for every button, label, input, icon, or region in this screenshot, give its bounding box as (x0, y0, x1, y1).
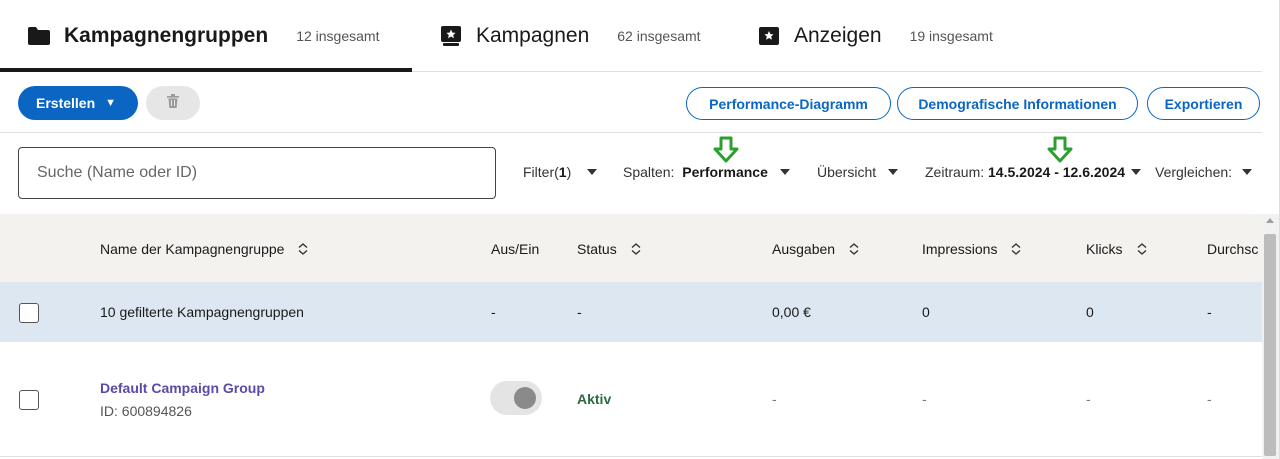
tab-label: Kampagnen (476, 24, 590, 47)
columns-dropdown[interactable]: Spalten: Performance (623, 164, 790, 180)
columns-label: Spalten: (623, 164, 675, 180)
column-header-clicks[interactable]: Klicks (1086, 241, 1147, 257)
summary-status: - (577, 304, 582, 320)
campaign-group-name-link[interactable]: Default Campaign Group (100, 380, 265, 396)
scroll-thumb[interactable] (1264, 234, 1276, 456)
summary-name: 10 gefilterte Kampagnengruppen (100, 304, 304, 320)
sort-icon (1011, 243, 1021, 255)
caret-down-icon (888, 169, 899, 175)
summary-impressions: 0 (922, 304, 930, 320)
export-button[interactable]: Exportieren (1147, 87, 1260, 120)
column-header-spend[interactable]: Ausgaben (772, 241, 859, 257)
status-badge: Aktiv (577, 391, 612, 407)
sort-icon (1137, 243, 1147, 255)
tab-count: 19 insgesamt (909, 28, 993, 44)
tab-ads[interactable]: Anzeigen 19 insgesamt (758, 0, 993, 72)
campaign-star-icon (440, 25, 462, 47)
column-header-label: Ausgaben (772, 241, 836, 257)
divider (0, 456, 1262, 457)
overview-label: Übersicht (817, 164, 877, 180)
compare-dropdown[interactable]: Vergleichen: (1155, 164, 1253, 180)
performance-chart-button[interactable]: Performance-Diagramm (686, 87, 891, 120)
filter-label-close: ) (566, 164, 572, 180)
overview-dropdown[interactable]: Übersicht (817, 164, 899, 180)
columns-value: Performance (682, 164, 768, 180)
divider (0, 132, 1262, 133)
column-header-label: Durchsc (1207, 241, 1259, 257)
row-clicks: - (1086, 391, 1091, 407)
column-header-status[interactable]: Status (577, 241, 641, 257)
row-impressions: - (922, 391, 927, 407)
row-spend: - (772, 391, 777, 407)
search-input[interactable] (18, 147, 496, 199)
summary-clicks: 0 (1086, 304, 1094, 320)
toggle-knob (514, 387, 536, 409)
summary-avg: - (1207, 304, 1212, 320)
filter-dropdown[interactable]: Filter(1) (523, 164, 598, 180)
column-header-impressions[interactable]: Impressions (922, 241, 1021, 257)
compare-label: Vergleichen: (1155, 164, 1233, 180)
row-avg: - (1207, 391, 1212, 407)
demographics-button[interactable]: Demografische Informationen (897, 87, 1138, 120)
column-header-name[interactable]: Name der Kampagnengruppe (100, 241, 308, 257)
ad-star-icon (758, 25, 780, 47)
row-checkbox[interactable] (19, 390, 39, 410)
date-label: Zeitraum: (925, 164, 985, 180)
tab-campaign-groups[interactable]: Kampagnengruppen 12 insgesamt (28, 0, 379, 72)
active-tab-indicator (0, 68, 412, 72)
filter-count: 1 (558, 164, 567, 180)
column-header-label: Name der Kampagnengruppe (100, 241, 285, 257)
scroll-up-icon[interactable] (1266, 218, 1274, 223)
filter-label: Filter( (523, 164, 559, 180)
summary-spend: 0,00 € (772, 304, 811, 320)
column-header-label: Klicks (1086, 241, 1123, 257)
folder-icon (28, 25, 50, 47)
column-header-label: Aus/Ein (491, 241, 540, 257)
tab-label: Kampagnengruppen (64, 24, 269, 47)
sort-icon (631, 243, 641, 255)
campaign-group-id: ID: 600894826 (100, 403, 192, 419)
column-header-avg[interactable]: Durchsc (1207, 241, 1262, 257)
tab-bar: Kampagnengruppen 12 insgesamt Kampagnen … (0, 0, 1262, 72)
create-button[interactable]: Erstellen ▼ (18, 86, 138, 120)
campaign-group-toggle[interactable] (490, 381, 542, 415)
column-header-label: Impressions (922, 241, 998, 257)
select-all-checkbox[interactable] (19, 303, 39, 323)
column-header-onoff: Aus/Ein (491, 241, 539, 257)
sort-icon (298, 243, 308, 255)
caret-down-icon (1242, 169, 1253, 175)
tab-count: 12 insgesamt (296, 28, 380, 44)
delete-button[interactable] (146, 86, 200, 120)
column-header-label: Status (577, 241, 617, 257)
trash-icon (167, 93, 179, 113)
caret-down-icon: ▼ (105, 97, 117, 109)
tab-campaigns[interactable]: Kampagnen 62 insgesamt (440, 0, 701, 72)
date-range-dropdown[interactable]: Zeitraum: 14.5.2024 - 12.6.2024 (925, 164, 1142, 180)
tab-label: Anzeigen (794, 24, 882, 47)
caret-down-icon (587, 169, 598, 175)
date-value: 14.5.2024 - 12.6.2024 (988, 164, 1126, 180)
vertical-scrollbar[interactable] (1262, 214, 1280, 459)
create-button-label: Erstellen (36, 95, 96, 111)
caret-down-icon (1131, 169, 1142, 175)
summary-onoff: - (491, 304, 496, 320)
caret-down-icon (779, 169, 790, 175)
sort-icon (849, 243, 859, 255)
tab-count: 62 insgesamt (617, 28, 701, 44)
